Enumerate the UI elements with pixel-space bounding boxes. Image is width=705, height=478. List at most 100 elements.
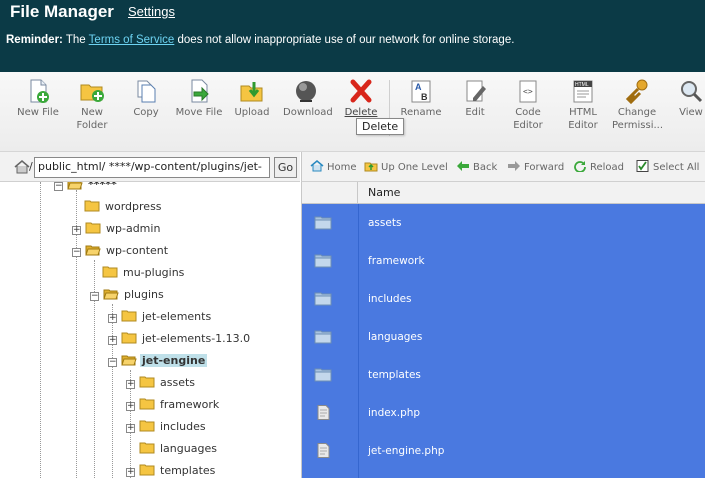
file-row[interactable]: index.php bbox=[302, 396, 705, 434]
tree-node-jet-elements-1-13-0[interactable]: + jet-elements-1.13.0 bbox=[108, 332, 252, 350]
expand-toggle[interactable]: + bbox=[126, 424, 135, 433]
checkbox-icon bbox=[636, 160, 650, 172]
file-icon bbox=[314, 443, 332, 458]
expand-toggle[interactable]: + bbox=[126, 380, 135, 389]
reload-icon bbox=[573, 160, 587, 173]
home-icon[interactable] bbox=[14, 160, 30, 177]
move-file-icon bbox=[185, 78, 213, 104]
folder-icon bbox=[84, 200, 100, 212]
new-file-icon bbox=[24, 78, 52, 104]
tree-node-includes[interactable]: + includes bbox=[126, 420, 208, 438]
open-folder-icon bbox=[121, 354, 137, 366]
tree-node-assets[interactable]: + assets bbox=[126, 376, 197, 394]
nav-bar: Home Up One Level Back Forward Reload Se… bbox=[301, 152, 705, 182]
edit-label: Edit bbox=[465, 107, 485, 118]
file-row[interactable]: assets bbox=[302, 206, 705, 244]
file-row[interactable]: languages bbox=[302, 320, 705, 358]
expand-toggle[interactable]: + bbox=[126, 402, 135, 411]
reload-button[interactable]: Reload bbox=[573, 160, 624, 173]
delete-tooltip: Delete bbox=[356, 118, 405, 135]
rename-label: Rename bbox=[400, 107, 442, 118]
tree-node-jet-engine[interactable]: − jet-engine bbox=[108, 354, 208, 372]
tree-label: jet-elements bbox=[142, 310, 212, 323]
new-folder-button[interactable]: New Folder bbox=[72, 78, 112, 132]
path-input[interactable]: public_html/ ****/wp-content/plugins/jet… bbox=[34, 157, 270, 178]
file-row[interactable]: jet-engine.php bbox=[302, 434, 705, 472]
tree-node-root[interactable]: − ***** bbox=[54, 182, 119, 196]
tree-label: wp-content bbox=[106, 244, 169, 257]
file-name: assets bbox=[368, 217, 402, 229]
rename-button[interactable]: AB Rename bbox=[400, 78, 442, 119]
reload-label: Reload bbox=[590, 162, 625, 173]
collapse-toggle[interactable]: − bbox=[54, 182, 63, 191]
select-all-button[interactable]: Select All bbox=[636, 160, 699, 173]
tree-label: assets bbox=[160, 376, 196, 389]
select-all-label: Select All bbox=[653, 162, 700, 173]
delete-label: Delete bbox=[344, 107, 378, 118]
home-nav-label: Home bbox=[327, 162, 357, 173]
tree-node-framework[interactable]: + framework bbox=[126, 398, 221, 416]
go-button[interactable]: Go bbox=[274, 157, 297, 178]
file-row[interactable]: framework bbox=[302, 244, 705, 282]
file-name: languages bbox=[368, 331, 423, 343]
tree-node-wp-content[interactable]: − wp-content bbox=[72, 244, 170, 262]
tree-node-mu-plugins[interactable]: mu-plugins bbox=[102, 266, 186, 284]
file-row[interactable]: templates bbox=[302, 358, 705, 396]
edit-button[interactable]: Edit bbox=[460, 78, 490, 119]
tree-node-wp-admin[interactable]: + wp-admin bbox=[72, 222, 162, 240]
upload-button[interactable]: Upload bbox=[234, 78, 270, 119]
tree-guide bbox=[40, 182, 41, 478]
collapse-toggle[interactable]: − bbox=[90, 292, 99, 301]
new-file-button[interactable]: New File bbox=[16, 78, 60, 119]
terms-of-service-link[interactable]: Terms of Service bbox=[89, 34, 175, 46]
home-nav-icon bbox=[310, 160, 324, 172]
name-column-header[interactable]: Name bbox=[368, 186, 400, 199]
file-row[interactable]: includes bbox=[302, 282, 705, 320]
folder-icon bbox=[121, 332, 137, 344]
svg-text:A: A bbox=[415, 82, 422, 92]
tree-label: framework bbox=[160, 398, 220, 411]
download-label: Download bbox=[283, 107, 333, 118]
expand-toggle[interactable]: + bbox=[108, 314, 117, 323]
download-button[interactable]: Download bbox=[283, 78, 333, 119]
new-folder-label-2: Folder bbox=[76, 120, 108, 131]
tree-guide bbox=[112, 304, 113, 478]
new-folder-icon bbox=[78, 78, 106, 104]
home-nav-button[interactable]: Home bbox=[310, 160, 357, 173]
file-list: Name assets framework includes languages tem… bbox=[301, 182, 705, 478]
forward-label: Forward bbox=[524, 162, 565, 173]
change-permissions-label-1: Change bbox=[617, 107, 657, 118]
move-file-button[interactable]: Move File bbox=[175, 78, 223, 119]
icon-column-header[interactable] bbox=[302, 182, 358, 204]
back-button[interactable]: Back bbox=[456, 160, 497, 173]
open-folder-icon bbox=[103, 288, 119, 300]
up-one-level-button[interactable]: Up One Level bbox=[364, 160, 448, 173]
view-button[interactable]: View bbox=[676, 78, 705, 119]
tree-node-templates[interactable]: + templates bbox=[126, 464, 217, 478]
expand-toggle[interactable]: + bbox=[126, 468, 135, 477]
html-editor-button[interactable]: HTML HTML Editor bbox=[565, 78, 601, 132]
new-file-label: New File bbox=[17, 107, 59, 118]
header-bar: File Manager Settings Reminder: The Term… bbox=[0, 0, 705, 72]
code-editor-button[interactable]: <> Code Editor bbox=[510, 78, 546, 132]
file-name: framework bbox=[368, 255, 425, 267]
change-permissions-button[interactable]: Change Permissi... bbox=[612, 78, 663, 132]
folder-icon bbox=[85, 222, 101, 234]
tree-node-jet-elements[interactable]: + jet-elements bbox=[108, 310, 213, 328]
expand-toggle[interactable]: + bbox=[108, 336, 117, 345]
svg-text:<>: <> bbox=[523, 87, 533, 96]
expand-toggle[interactable]: + bbox=[72, 226, 81, 235]
delete-icon bbox=[347, 78, 375, 104]
reminder-pre: The bbox=[62, 34, 89, 46]
settings-link[interactable]: Settings bbox=[128, 4, 175, 19]
copy-button[interactable]: Copy bbox=[130, 78, 162, 119]
tree-node-languages[interactable]: languages bbox=[139, 442, 219, 460]
forward-button[interactable]: Forward bbox=[507, 160, 564, 173]
tree-node-plugins[interactable]: − plugins bbox=[90, 288, 166, 306]
delete-button[interactable]: Delete bbox=[344, 78, 378, 119]
collapse-toggle[interactable]: − bbox=[108, 358, 117, 367]
tree-label: ***** bbox=[88, 182, 117, 191]
tree-node-wordpress[interactable]: wordpress bbox=[84, 200, 164, 218]
collapse-toggle[interactable]: − bbox=[72, 248, 81, 257]
back-arrow-icon bbox=[456, 160, 470, 172]
